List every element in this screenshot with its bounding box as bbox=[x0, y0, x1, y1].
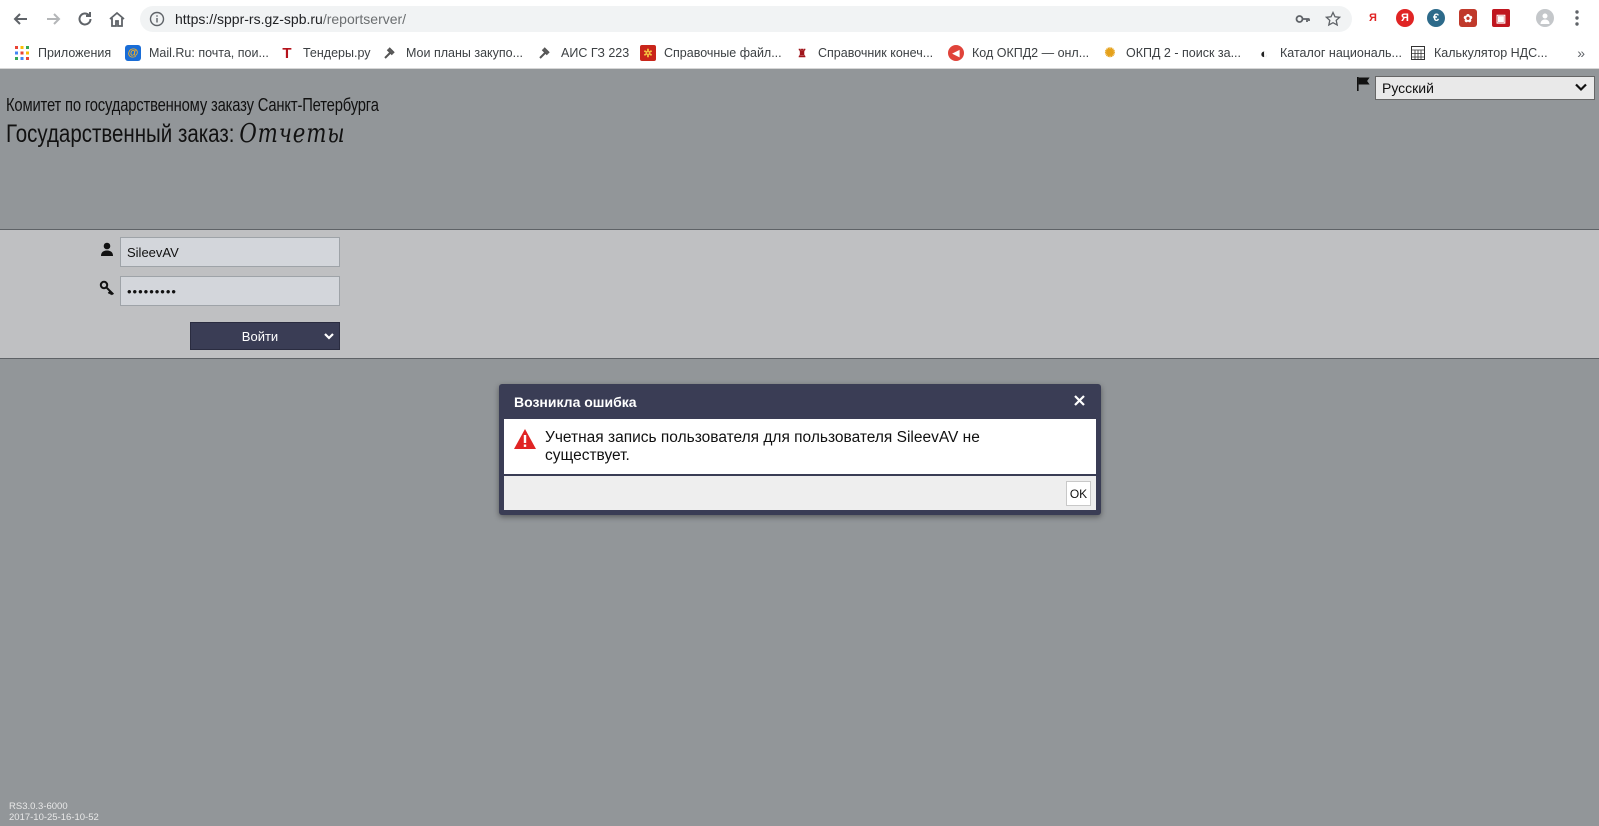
url-host: https://sppr-rs.gz-spb.ru bbox=[175, 11, 323, 27]
bookmark-label: Код ОКПД2 — онл... bbox=[972, 46, 1090, 60]
bookmark-label: ОКПД 2 - поиск за... bbox=[1126, 46, 1241, 60]
catalog-icon: ◐ bbox=[1260, 45, 1268, 61]
gavel-icon bbox=[537, 45, 553, 61]
dialog-footer: OK bbox=[504, 476, 1096, 510]
back-button[interactable] bbox=[9, 7, 33, 31]
bookmark-label: Мои планы закупо... bbox=[406, 46, 524, 60]
bookmarks-bar: Приложения @ Mail.Ru: почта, пои... T Те… bbox=[0, 37, 1599, 69]
forward-button[interactable] bbox=[41, 7, 65, 31]
home-button[interactable] bbox=[105, 7, 129, 31]
url-path: /reportserver/ bbox=[322, 11, 407, 27]
build-date-text: 2017-10-25-16-10-52 bbox=[9, 812, 99, 823]
extension-e-icon[interactable]: € bbox=[1427, 9, 1445, 27]
login-form: SileevAV ••••••••• Войти bbox=[0, 229, 1599, 359]
yandex-browser-icon[interactable]: Я bbox=[1396, 9, 1414, 27]
apps-grid-icon bbox=[14, 45, 30, 61]
bookmark-plans[interactable]: Мои планы закупо... bbox=[382, 43, 523, 63]
page-title: Государственный заказ: Отчеты bbox=[6, 119, 345, 149]
chevron-down-icon[interactable] bbox=[323, 330, 335, 342]
ok-button[interactable]: OK bbox=[1066, 481, 1091, 506]
bookmark-label: Каталог националь... bbox=[1280, 46, 1402, 60]
close-button[interactable] bbox=[1071, 392, 1087, 408]
browser-toolbar: https://sppr-rs.gz-spb.ru/reportserver/ … bbox=[0, 0, 1599, 37]
bookmark-vat-calculator[interactable]: Калькулятор НДС... bbox=[1410, 43, 1548, 63]
bookmark-label: Справочные файл... bbox=[664, 46, 782, 60]
version-text: RS3.0.3-6000 bbox=[9, 801, 68, 812]
bookmark-directory[interactable]: ♜ Справочник конеч... bbox=[794, 43, 933, 63]
warning-icon bbox=[514, 429, 536, 449]
bookmark-reference-files[interactable]: ✲ Справочные файл... bbox=[640, 43, 782, 63]
bookmark-label: Приложения bbox=[38, 46, 112, 60]
bookmark-mailru[interactable]: @ Mail.Ru: почта, пои... bbox=[125, 43, 269, 63]
spb-coat-icon: ♜ bbox=[797, 47, 807, 60]
dialog-title: Возникла ошибка bbox=[514, 394, 637, 410]
bookmark-apps[interactable]: Приложения bbox=[14, 43, 111, 63]
key-icon bbox=[99, 280, 115, 296]
language-selected: Русский bbox=[1382, 80, 1434, 96]
extension-red-icon[interactable]: ▣ bbox=[1492, 9, 1510, 27]
key-icon[interactable] bbox=[1294, 10, 1312, 28]
user-icon bbox=[101, 242, 113, 256]
chevron-down-icon bbox=[1575, 83, 1587, 92]
login-button-label: Войти bbox=[241, 328, 279, 344]
bookmark-label: Mail.Ru: почта, пои... bbox=[149, 46, 269, 60]
bookmark-okpd2-online[interactable]: ◀ Код ОКПД2 — онл... bbox=[948, 43, 1089, 63]
address-bar[interactable]: https://sppr-rs.gz-spb.ru/reportserver/ bbox=[140, 6, 1352, 32]
username-field[interactable]: SileevAV bbox=[120, 237, 340, 267]
bookmark-label: Справочник конеч... bbox=[818, 46, 934, 60]
flag-icon bbox=[1357, 77, 1370, 91]
language-select[interactable]: Русский bbox=[1375, 76, 1595, 100]
menu-kebab-icon[interactable] bbox=[1568, 9, 1586, 27]
error-dialog: Возникла ошибка Учетная запись пользоват… bbox=[499, 384, 1101, 515]
close-icon bbox=[1073, 394, 1085, 406]
title-script: Отчеты bbox=[239, 119, 346, 149]
bookmark-tendery[interactable]: T Тендеры.ру bbox=[279, 43, 371, 63]
organization-name: Комитет по государственному заказу Санкт… bbox=[6, 95, 379, 115]
reload-button[interactable] bbox=[73, 7, 97, 31]
info-icon[interactable] bbox=[148, 10, 166, 28]
yandex-ext-icon[interactable]: Я bbox=[1364, 9, 1382, 27]
version-footer: RS3.0.3-6000 2017-10-25-16-10-52 bbox=[9, 801, 99, 823]
password-field[interactable]: ••••••••• bbox=[120, 276, 340, 306]
calculator-icon bbox=[1410, 45, 1426, 61]
okpd-icon: ✺ bbox=[1104, 45, 1116, 60]
back-arrow-icon bbox=[13, 13, 27, 25]
dialog-message: Учетная запись пользователя для пользова… bbox=[545, 429, 980, 464]
bookmark-label: Калькулятор НДС... bbox=[1434, 46, 1548, 60]
page-header: Комитет по государственному заказу Санкт… bbox=[0, 69, 1599, 229]
gavel-icon bbox=[382, 45, 398, 61]
url-text: https://sppr-rs.gz-spb.ru/reportserver/ bbox=[175, 11, 406, 27]
bookmark-okpd2-search[interactable]: ✺ ОКПД 2 - поиск за... bbox=[1102, 43, 1241, 63]
login-button[interactable]: Войти bbox=[190, 322, 340, 350]
extension-stamp-icon[interactable]: ✿ bbox=[1459, 9, 1477, 27]
bookmark-ais[interactable]: АИС ГЗ 223 bbox=[537, 43, 629, 63]
spb-emblem-icon: ✲ bbox=[640, 45, 656, 61]
star-icon[interactable] bbox=[1324, 10, 1342, 28]
title-prefix: Государственный заказ: bbox=[6, 120, 235, 148]
reload-icon bbox=[78, 12, 92, 26]
mailru-icon: @ bbox=[125, 45, 141, 61]
dialog-body: Учетная запись пользователя для пользова… bbox=[504, 419, 1096, 474]
forward-arrow-icon bbox=[47, 13, 61, 25]
bookmark-catalog[interactable]: ◐ Каталог националь... bbox=[1256, 43, 1402, 63]
profile-avatar-icon[interactable] bbox=[1536, 9, 1554, 27]
bookmark-label: Тендеры.ру bbox=[303, 46, 371, 60]
bookmark-label: АИС ГЗ 223 bbox=[561, 46, 630, 60]
tendery-icon: T bbox=[282, 44, 292, 62]
more-bookmarks-button[interactable]: » bbox=[1577, 45, 1585, 61]
home-icon bbox=[109, 11, 125, 27]
red-circle-icon: ◀ bbox=[948, 45, 964, 61]
